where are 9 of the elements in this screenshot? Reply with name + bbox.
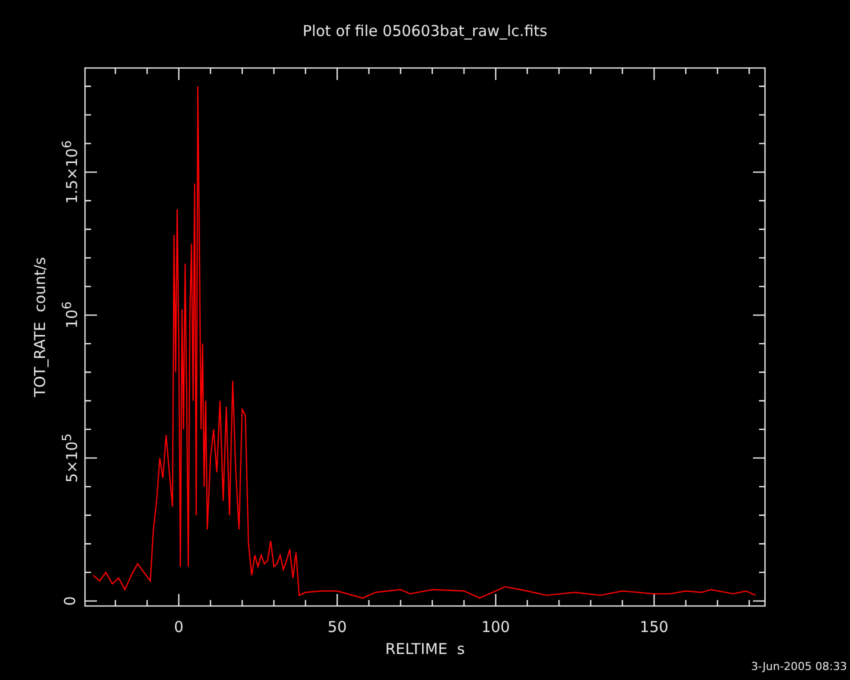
x-axis-label: RELTIME s	[385, 640, 465, 658]
timestamp: 3-Jun-2005 08:33	[751, 660, 847, 673]
x-tick-label: 150	[640, 618, 668, 636]
y-tick-label: 0	[61, 596, 79, 606]
x-tick-label: 50	[328, 618, 347, 636]
x-tick-label: 0	[174, 618, 184, 636]
plot-title: Plot of file 050603bat_raw_lc.fits	[302, 22, 548, 40]
x-tick-label: 100	[481, 618, 510, 636]
y-axis-label: TOT_RATE count/s	[31, 257, 49, 397]
